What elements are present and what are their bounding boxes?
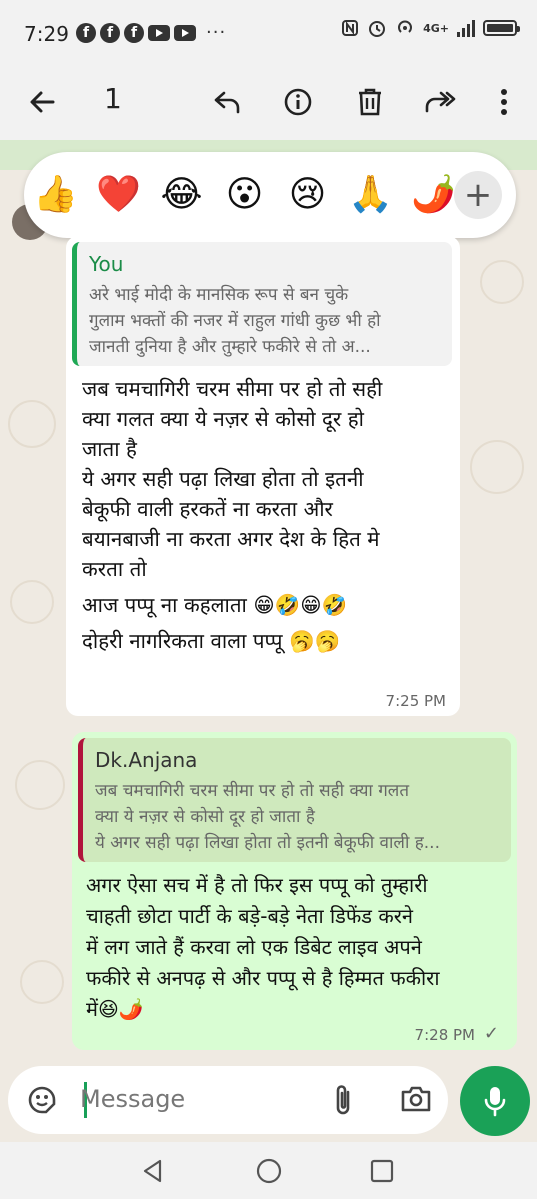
reaction-picker: 👍 ❤️ 😂 😮 😢 🙏 🌶️ +	[24, 152, 516, 238]
message-line: बेकूफी वाली हरकतें ना करता और	[82, 497, 333, 521]
voice-message-button[interactable]	[460, 1066, 530, 1136]
facebook-icon: f	[76, 22, 96, 43]
overflow-menu-button[interactable]	[482, 80, 526, 124]
back-button[interactable]	[20, 80, 64, 124]
message-time: 7:25 PM	[385, 692, 446, 710]
alarm-icon	[369, 21, 386, 37]
quote-text: अरे भाई मोदी के मानसिक रूप से बन चुके गु…	[89, 282, 444, 360]
circle-home-icon	[256, 1158, 282, 1184]
signal-icon	[457, 19, 475, 37]
info-button[interactable]	[276, 80, 320, 124]
nav-home-button[interactable]	[256, 1158, 282, 1188]
back-arrow-icon	[30, 91, 55, 113]
more-notifications-icon: ···	[206, 22, 227, 43]
message-time: 7:28 PM	[414, 1026, 475, 1044]
more-vert-icon	[501, 89, 507, 115]
message-line: करता तो	[82, 557, 147, 581]
message-line: बयानबाजी ना करता अगर देश के हित मे	[82, 527, 380, 551]
reply-button[interactable]	[205, 80, 249, 124]
forward-button[interactable]	[418, 80, 462, 124]
system-nav-bar	[0, 1142, 537, 1199]
attach-button[interactable]	[330, 1082, 358, 1122]
camera-icon	[401, 1086, 431, 1112]
reaction-laughing[interactable]: 😂	[150, 152, 213, 238]
message-line: अगर ऐसा सच में है तो फिर इस पप्पू को तुम…	[86, 873, 428, 897]
quote-line: ये अगर सही पढ़ा लिखा होता तो इतनी बेकूफी…	[95, 833, 440, 853]
message-line: क्या गलत क्या ये नज़र से कोसो दूर हो	[82, 407, 364, 431]
message-line: जब चमचागिरी चरम सीमा पर हो तो सही	[82, 377, 383, 401]
message-body: जब चमचागिरी चरम सीमा पर हो तो सही क्या ग…	[82, 374, 382, 656]
quote-author: You	[89, 252, 124, 276]
quote-line: क्या ये नज़र से कोसो दूर हो जाता है	[95, 807, 315, 827]
reaction-folded-hands[interactable]: 🙏	[339, 152, 402, 238]
trash-icon	[359, 88, 381, 116]
delete-button[interactable]	[348, 80, 392, 124]
message-line: फकीरे से अनपढ़ से और पप्पू से है हिम्मत …	[86, 966, 440, 990]
quote-line: जानती दुनिया है और तुम्हारे फकीरे से तो …	[89, 337, 371, 357]
wallpaper-doodle	[8, 400, 56, 448]
quoted-reply[interactable]: You अरे भाई मोदी के मानसिक रूप से बन चुक…	[72, 242, 452, 366]
selection-action-bar: 1	[0, 64, 537, 141]
message-line: जाता है	[82, 437, 137, 461]
quote-line: अरे भाई मोदी के मानसिक रूप से बन चुके	[89, 285, 349, 305]
message-body: अगर ऐसा सच में है तो फिर इस पप्पू को तुम…	[86, 870, 440, 1025]
message-line: आज पप्पू ना कहलाता 😁🤣😁🤣	[82, 593, 348, 617]
quoted-reply[interactable]: Dk.Anjana जब चमचागिरी चरम सीमा पर हो तो …	[78, 738, 511, 862]
hotspot-icon	[398, 20, 413, 33]
more-reactions-button[interactable]: +	[454, 171, 502, 219]
wallpaper-doodle	[15, 760, 65, 810]
wallpaper-doodle	[470, 440, 524, 494]
square-recents-icon	[370, 1159, 394, 1183]
battery-icon	[483, 20, 520, 36]
message-input[interactable]: Message	[80, 1085, 185, 1113]
youtube-icon	[148, 24, 170, 41]
status-time: 7:29	[24, 22, 69, 46]
camera-button[interactable]	[400, 1084, 432, 1118]
plus-icon: +	[463, 175, 493, 215]
status-bar: 7:29 f f f ··· 4G+	[0, 0, 537, 64]
sticker-icon	[28, 1086, 56, 1114]
microphone-icon	[484, 1087, 506, 1117]
message-line: में लग जाते हैं करवा लो एक डिबेट लाइव अप…	[86, 935, 422, 959]
info-icon	[284, 88, 312, 116]
network-type: 4G+	[423, 21, 449, 35]
sent-check-icon: ✓	[483, 1023, 499, 1044]
wallpaper-doodle	[20, 960, 64, 1004]
nfc-icon	[342, 20, 359, 36]
quote-line: जब चमचागिरी चरम सीमा पर हो तो सही क्या ग…	[95, 781, 410, 801]
selected-count: 1	[104, 82, 122, 115]
nav-back-button[interactable]	[140, 1158, 166, 1188]
paperclip-icon	[336, 1085, 350, 1115]
wallpaper-doodle	[480, 260, 524, 304]
forward-icon	[425, 91, 456, 113]
message-line: चाहती छोटा पार्टी के बड़े-बड़े नेता डिफे…	[86, 904, 413, 928]
message-line: दोहरी नागरिकता वाला पप्पू 🥱🥱	[82, 629, 341, 653]
message-line: में😆🌶️	[86, 997, 144, 1021]
message-composer: Message	[8, 1066, 448, 1134]
notification-icons: f f f ···	[76, 22, 226, 43]
outgoing-message-bubble[interactable]: Dk.Anjana जब चमचागिरी चरम सीमा पर हो तो …	[72, 732, 517, 1050]
facebook-icon: f	[100, 22, 120, 43]
reaction-surprised[interactable]: 😮	[213, 152, 276, 238]
triangle-back-icon	[143, 1159, 162, 1183]
quote-line: गुलाम भक्तों की नजर में राहुल गांधी कुछ …	[89, 311, 381, 331]
youtube-icon	[174, 24, 196, 41]
message-line: ये अगर सही पढ़ा लिखा होता तो इतनी	[82, 467, 364, 491]
quote-author: Dk.Anjana	[95, 748, 198, 772]
incoming-message-bubble[interactable]: You अरे भाई मोदी के मानसिक रूप से बन चुक…	[66, 236, 460, 716]
quote-text: जब चमचागिरी चरम सीमा पर हो तो सही क्या ग…	[95, 778, 503, 856]
reaction-sad[interactable]: 😢	[276, 152, 339, 238]
nav-recents-button[interactable]	[370, 1159, 394, 1187]
reaction-heart[interactable]: ❤️	[87, 152, 150, 238]
system-icons: 4G+	[341, 18, 520, 38]
sticker-button[interactable]	[26, 1084, 58, 1120]
reply-icon	[214, 91, 240, 114]
wallpaper-doodle	[10, 580, 54, 624]
facebook-icon: f	[124, 22, 144, 43]
